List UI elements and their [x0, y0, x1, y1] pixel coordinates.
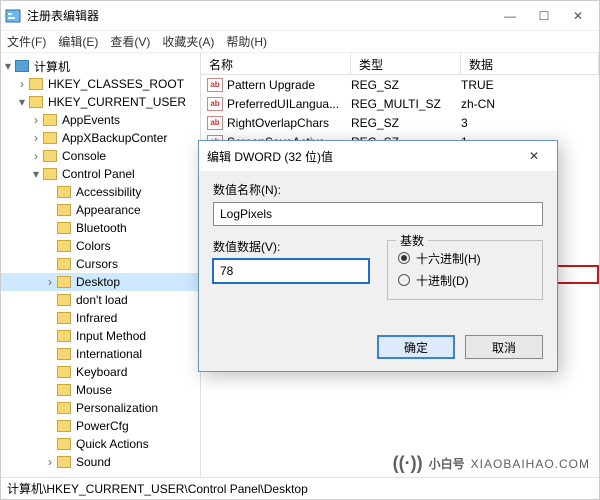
tree-item[interactable]: ›Console [1, 147, 200, 165]
statusbar: 计算机\HKEY_CURRENT_USER\Control Panel\Desk… [1, 477, 599, 499]
tree-item[interactable]: ›Sound [1, 453, 200, 471]
tree-item[interactable]: ▾计算机 [1, 57, 200, 75]
tree-item[interactable]: Keyboard [1, 363, 200, 381]
tree-item[interactable]: Mouse [1, 381, 200, 399]
list-row[interactable]: abPattern UpgradeREG_SZTRUE [201, 75, 599, 94]
value-icon: ab [207, 78, 223, 92]
list-row[interactable]: abRightOverlapCharsREG_SZ3 [201, 113, 599, 132]
close-button[interactable]: ✕ [561, 3, 595, 29]
menu-view[interactable]: 查看(V) [110, 33, 150, 50]
tree-item[interactable]: ›HKEY_CLASSES_ROOT [1, 75, 200, 93]
value-icon: ab [207, 116, 223, 130]
value-label: 数值数据(V): [213, 238, 369, 255]
menu-help[interactable]: 帮助(H) [226, 33, 267, 50]
menu-favorites[interactable]: 收藏夹(A) [162, 33, 214, 50]
ok-button[interactable]: 确定 [377, 335, 455, 359]
col-name[interactable]: 名称 [201, 53, 351, 74]
tree-item[interactable]: Infrared [1, 309, 200, 327]
list-row[interactable]: abPreferredUILangua...REG_MULTI_SZzh-CN [201, 94, 599, 113]
radio-hex[interactable]: 十六进制(H) [398, 247, 532, 269]
tree-item[interactable]: Accessibility [1, 183, 200, 201]
value-input[interactable] [213, 259, 369, 283]
tree-item[interactable]: Cursors [1, 255, 200, 273]
value-icon: ab [207, 97, 223, 111]
tree-item[interactable]: Quick Actions [1, 435, 200, 453]
tree-item[interactable]: International [1, 345, 200, 363]
tree-item[interactable]: ›AppEvents [1, 111, 200, 129]
window-title: 注册表编辑器 [27, 7, 493, 24]
radio-dec[interactable]: 十进制(D) [398, 269, 532, 291]
base-group: 基数 十六进制(H) 十进制(D) [387, 240, 543, 300]
tree-item[interactable]: ▾Control Panel [1, 165, 200, 183]
name-label: 数值名称(N): [213, 181, 543, 198]
menu-edit[interactable]: 编辑(E) [58, 33, 98, 50]
tree-item[interactable]: Input Method [1, 327, 200, 345]
tree-item[interactable]: Colors [1, 237, 200, 255]
tree-item[interactable]: Appearance [1, 201, 200, 219]
tree-item[interactable]: ▾HKEY_CURRENT_USER [1, 93, 200, 111]
radio-icon [398, 274, 410, 286]
watermark: ((·)) 小白号 XIAOBAIHAO.COM [393, 453, 590, 474]
tree-pane[interactable]: ▾计算机›HKEY_CLASSES_ROOT▾HKEY_CURRENT_USER… [1, 53, 201, 477]
dialog-close-button[interactable]: ✕ [519, 141, 549, 171]
base-label: 基数 [396, 232, 428, 249]
name-input[interactable] [213, 202, 543, 226]
minimize-button[interactable]: — [493, 3, 527, 29]
radio-icon [398, 252, 410, 264]
tree-item[interactable]: ›Desktop [1, 273, 200, 291]
titlebar: 注册表编辑器 — ☐ ✕ [1, 1, 599, 31]
maximize-button[interactable]: ☐ [527, 3, 561, 29]
menubar: 文件(F) 编辑(E) 查看(V) 收藏夹(A) 帮助(H) [1, 31, 599, 53]
tree-item[interactable]: don't load [1, 291, 200, 309]
tree-item[interactable]: Personalization [1, 399, 200, 417]
cancel-button[interactable]: 取消 [465, 335, 543, 359]
col-data[interactable]: 数据 [461, 53, 599, 74]
tree-item[interactable]: Bluetooth [1, 219, 200, 237]
status-path: 计算机\HKEY_CURRENT_USER\Control Panel\Desk… [7, 480, 308, 497]
edit-dword-dialog: 编辑 DWORD (32 位)值 ✕ 数值名称(N): 数值数据(V): 基数 … [198, 140, 558, 372]
menu-file[interactable]: 文件(F) [7, 33, 46, 50]
dialog-title: 编辑 DWORD (32 位)值 [207, 148, 519, 165]
tree-item[interactable]: PowerCfg [1, 417, 200, 435]
wifi-icon: ((·)) [393, 453, 423, 474]
col-type[interactable]: 类型 [351, 53, 461, 74]
tree-item[interactable]: ›AppXBackupConter [1, 129, 200, 147]
list-header: 名称 类型 数据 [201, 53, 599, 75]
regedit-icon [5, 8, 21, 24]
